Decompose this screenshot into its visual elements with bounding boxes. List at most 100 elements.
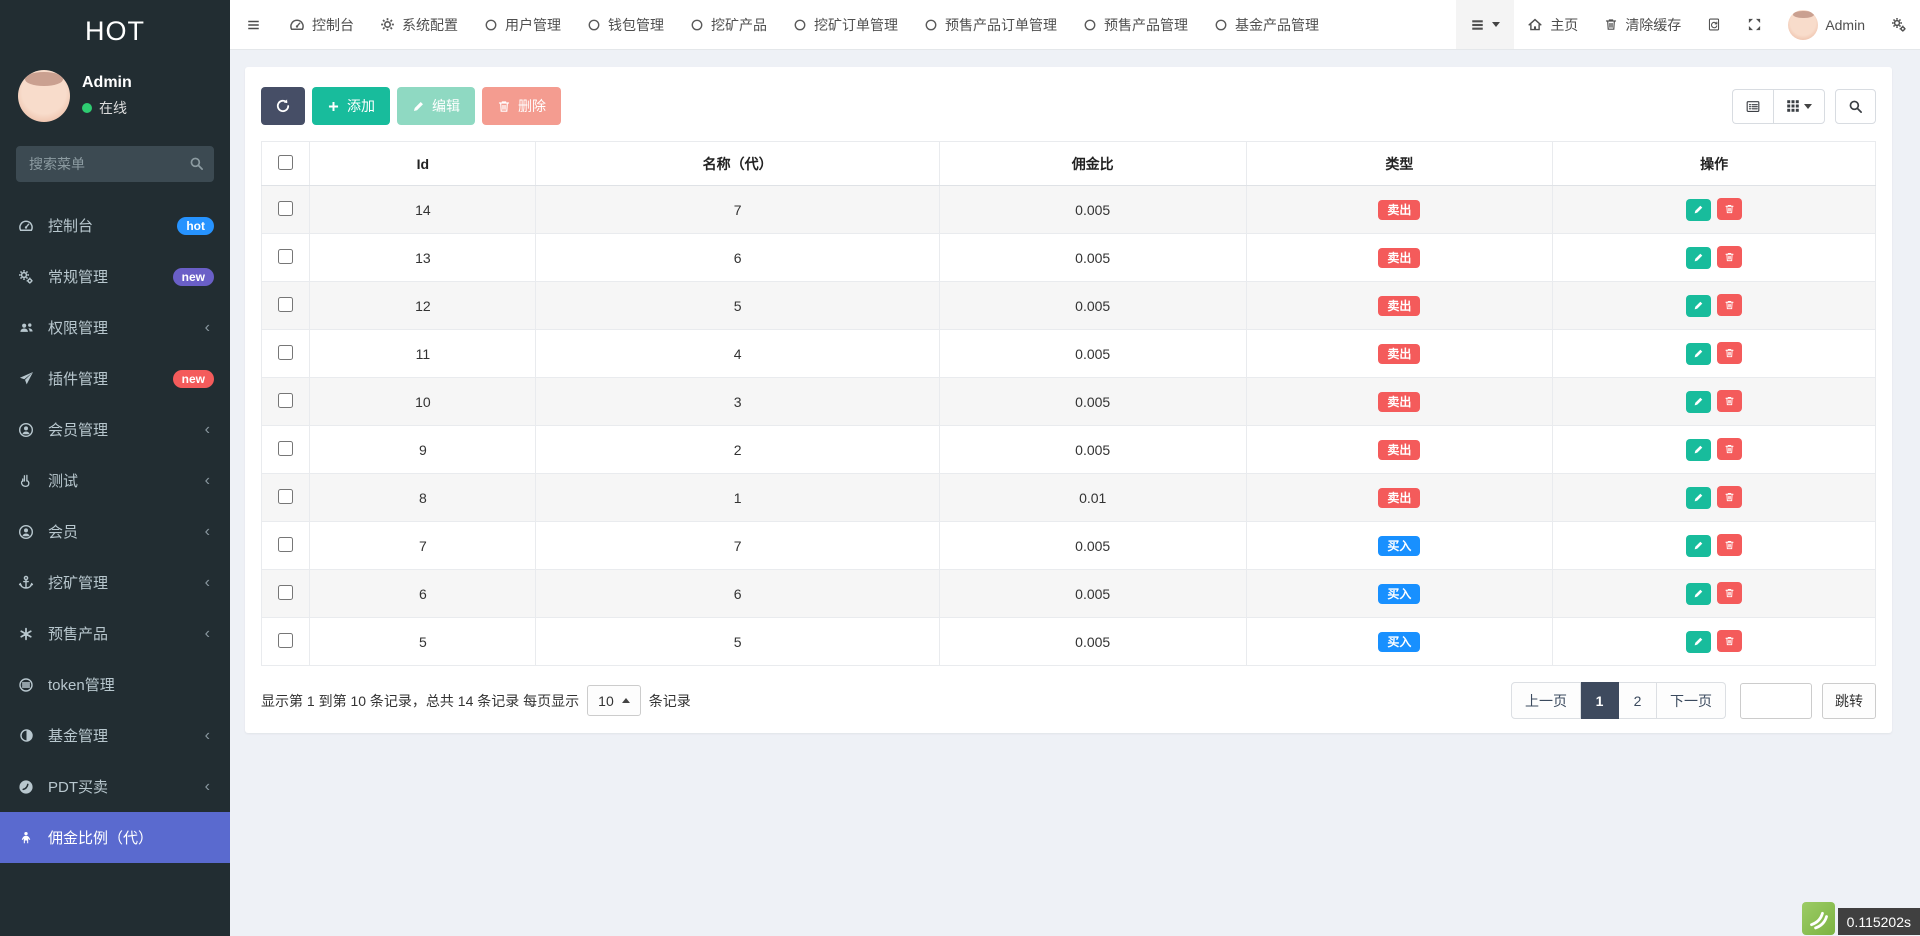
row-edit-button[interactable] — [1686, 439, 1711, 461]
table-row[interactable]: 1470.005卖出 — [262, 186, 1876, 234]
thinkphp-logo-icon[interactable] — [1802, 902, 1835, 935]
row-delete-button[interactable] — [1717, 294, 1742, 316]
sidebar-item[interactable]: 常规管理new — [0, 251, 230, 302]
cell-actions — [1553, 330, 1876, 378]
navbar-item[interactable]: 预售产品管理 — [1070, 0, 1201, 49]
navbar-item[interactable]: 用户管理 — [471, 0, 574, 49]
sidebar-item[interactable]: 控制台hot — [0, 200, 230, 251]
jump-button[interactable]: 跳转 — [1822, 683, 1876, 719]
row-edit-button[interactable] — [1686, 535, 1711, 557]
add-button[interactable]: 添加 — [312, 87, 390, 125]
user-avatar[interactable] — [18, 70, 70, 122]
clear-cache-button[interactable]: 清除缓存 — [1591, 0, 1694, 49]
table-row[interactable]: 1360.005卖出 — [262, 234, 1876, 282]
select-all-checkbox[interactable] — [278, 155, 293, 170]
column-header[interactable]: 佣金比 — [939, 142, 1246, 186]
sidebar-item[interactable]: 插件管理new — [0, 353, 230, 404]
circle-icon — [793, 18, 807, 32]
fullscreen-button[interactable] — [1734, 0, 1775, 49]
row-delete-button[interactable] — [1717, 582, 1742, 604]
row-checkbox[interactable] — [278, 585, 293, 600]
table-row[interactable]: 810.01卖出 — [262, 474, 1876, 522]
delete-button[interactable]: 删除 — [482, 87, 561, 125]
sidebar-item[interactable]: PDT买卖‹ — [0, 761, 230, 812]
refresh-button[interactable] — [261, 87, 305, 125]
page-number-button[interactable]: 1 — [1581, 682, 1619, 719]
next-page-button[interactable]: 下一页 — [1657, 682, 1726, 719]
toggle-view-button[interactable] — [1732, 89, 1773, 124]
row-edit-button[interactable] — [1686, 391, 1711, 413]
navbar-item[interactable]: 预售产品订单管理 — [911, 0, 1070, 49]
sidebar-item[interactable]: 会员‹ — [0, 506, 230, 557]
column-header[interactable]: 名称（代） — [536, 142, 940, 186]
search-icon[interactable] — [189, 156, 204, 171]
nav-tabs-menu-button[interactable] — [1456, 0, 1514, 49]
row-delete-button[interactable] — [1717, 342, 1742, 364]
row-checkbox[interactable] — [278, 489, 293, 504]
sidebar-item[interactable]: 权限管理‹ — [0, 302, 230, 353]
row-edit-button[interactable] — [1686, 343, 1711, 365]
navbar-item[interactable]: 挖矿产品 — [677, 0, 780, 49]
page-size-dropdown[interactable]: 10 — [587, 685, 641, 716]
column-header[interactable]: Id — [310, 142, 536, 186]
sidebar-menu: 控制台hot常规管理new权限管理‹插件管理new会员管理‹测试‹会员‹挖矿管理… — [0, 200, 230, 863]
navbar-item[interactable]: 系统配置 — [367, 0, 471, 49]
table-row[interactable]: 550.005买入 — [262, 618, 1876, 666]
row-delete-button[interactable] — [1717, 534, 1742, 556]
sidebar-item[interactable]: 预售产品‹ — [0, 608, 230, 659]
columns-button[interactable] — [1773, 89, 1825, 124]
row-delete-button[interactable] — [1717, 198, 1742, 220]
row-edit-button[interactable] — [1686, 583, 1711, 605]
column-header[interactable]: 类型 — [1246, 142, 1553, 186]
sidebar-item[interactable]: 基金管理‹ — [0, 710, 230, 761]
table-row[interactable]: 1250.005卖出 — [262, 282, 1876, 330]
row-delete-button[interactable] — [1717, 630, 1742, 652]
sidebar-item-label: 常规管理 — [48, 266, 161, 287]
row-checkbox[interactable] — [278, 345, 293, 360]
row-delete-button[interactable] — [1717, 390, 1742, 412]
row-checkbox[interactable] — [278, 537, 293, 552]
navbar-item[interactable]: 钱包管理 — [574, 0, 677, 49]
row-delete-button[interactable] — [1717, 486, 1742, 508]
table-search-button[interactable] — [1835, 89, 1876, 124]
row-edit-button[interactable] — [1686, 631, 1711, 653]
row-delete-button[interactable] — [1717, 438, 1742, 460]
column-header[interactable]: 操作 — [1553, 142, 1876, 186]
home-button[interactable]: 主页 — [1514, 0, 1591, 49]
edit-button[interactable]: 编辑 — [397, 87, 475, 125]
row-edit-button[interactable] — [1686, 487, 1711, 509]
sidebar-item[interactable]: token管理 — [0, 659, 230, 710]
sidebar-item[interactable]: 挖矿管理‹ — [0, 557, 230, 608]
page-number-button[interactable]: 2 — [1619, 682, 1657, 719]
prev-page-button[interactable]: 上一页 — [1511, 682, 1581, 719]
sidebar-item[interactable]: 测试‹ — [0, 455, 230, 506]
sidebar-search-input[interactable] — [16, 146, 214, 182]
row-checkbox[interactable] — [278, 393, 293, 408]
sidebar-item[interactable]: 会员管理‹ — [0, 404, 230, 455]
table-row[interactable]: 920.005卖出 — [262, 426, 1876, 474]
table-row[interactable]: 1030.005卖出 — [262, 378, 1876, 426]
brand-logo: HOT — [0, 0, 230, 62]
row-checkbox[interactable] — [278, 441, 293, 456]
user-menu-button[interactable]: Admin — [1775, 0, 1878, 49]
table-row[interactable]: 770.005买入 — [262, 522, 1876, 570]
row-edit-button[interactable] — [1686, 247, 1711, 269]
row-edit-button[interactable] — [1686, 295, 1711, 317]
table-row[interactable]: 1140.005卖出 — [262, 330, 1876, 378]
table-row[interactable]: 660.005买入 — [262, 570, 1876, 618]
sidebar-toggle-button[interactable] — [230, 0, 276, 49]
sidebar-item[interactable]: 佣金比例（代） — [0, 812, 230, 863]
row-checkbox[interactable] — [278, 201, 293, 216]
row-delete-button[interactable] — [1717, 246, 1742, 268]
navbar-item[interactable]: 控制台 — [276, 0, 367, 49]
reload-page-button[interactable] — [1694, 0, 1734, 49]
navbar-item-label: 预售产品订单管理 — [945, 15, 1057, 35]
row-edit-button[interactable] — [1686, 199, 1711, 221]
jump-page-input[interactable] — [1740, 683, 1812, 719]
settings-button[interactable] — [1878, 0, 1920, 49]
navbar-item[interactable]: 基金产品管理 — [1201, 0, 1332, 49]
navbar-item[interactable]: 挖矿订单管理 — [780, 0, 911, 49]
row-checkbox[interactable] — [278, 249, 293, 264]
row-checkbox[interactable] — [278, 633, 293, 648]
row-checkbox[interactable] — [278, 297, 293, 312]
